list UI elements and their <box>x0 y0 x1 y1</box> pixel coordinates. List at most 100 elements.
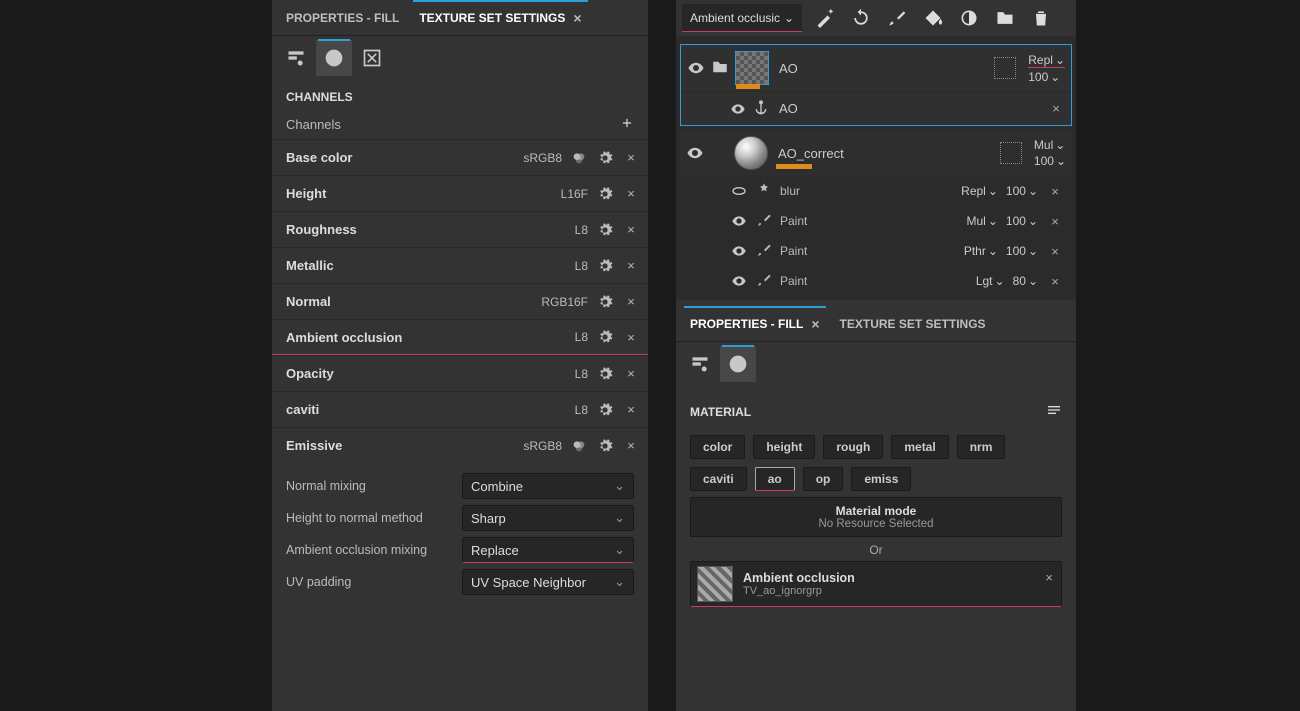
gear-icon[interactable] <box>596 328 614 346</box>
close-icon[interactable]: × <box>1045 570 1053 585</box>
opacity-dropdown[interactable]: 100⌄ <box>1006 214 1038 228</box>
close-icon[interactable]: × <box>622 365 640 383</box>
close-icon[interactable]: × <box>573 10 581 26</box>
mesh-maps-view-icon[interactable] <box>316 40 352 76</box>
sublayer-row[interactable]: Paint Mul ⌄ 100⌄ × <box>680 206 1072 236</box>
color-mix-icon[interactable] <box>570 437 588 455</box>
fill-bucket-icon[interactable] <box>920 5 946 31</box>
material-channel-metal[interactable]: metal <box>891 435 948 459</box>
close-icon[interactable]: × <box>1047 101 1065 116</box>
sublayer-row[interactable]: Paint Pthr ⌄ 100⌄ × <box>680 236 1072 266</box>
gear-icon[interactable] <box>596 401 614 419</box>
layer-name[interactable]: blur <box>780 184 953 198</box>
setting-dropdown[interactable]: UV Space Neighbor ⌄ <box>462 569 634 595</box>
channel-format: L8 <box>520 330 588 344</box>
gear-icon[interactable] <box>596 365 614 383</box>
blend-mode-dropdown[interactable]: Mul ⌄ <box>967 214 998 228</box>
layer-name[interactable]: AO <box>775 61 988 76</box>
layer-thumbnail[interactable] <box>735 51 769 85</box>
layer-name[interactable]: AO <box>775 101 1041 116</box>
material-channel-caviti[interactable]: caviti <box>690 467 747 491</box>
setting-dropdown[interactable]: Sharp ⌄ <box>462 505 634 531</box>
tab-texture-set-settings[interactable]: TEXTURE SET SETTINGS × <box>409 0 591 35</box>
material-channel-color[interactable]: color <box>690 435 745 459</box>
sublayer-row[interactable]: Paint Lgt ⌄ 80⌄ × <box>680 266 1072 296</box>
opacity-dropdown[interactable]: 100⌄ <box>1006 244 1038 258</box>
add-channel-icon[interactable] <box>620 116 634 133</box>
visibility-toggle-icon[interactable] <box>686 144 704 162</box>
opacity-dropdown[interactable]: 100⌄ <box>1006 184 1038 198</box>
close-icon[interactable]: × <box>811 316 819 332</box>
opacity-dropdown[interactable]: 100⌄ <box>1028 70 1065 84</box>
visibility-toggle-icon[interactable] <box>730 183 748 199</box>
material-channel-ao[interactable]: ao <box>755 467 795 491</box>
layer-name[interactable]: AO_correct <box>774 146 844 161</box>
blend-mode-dropdown[interactable]: Repl ⌄ <box>961 184 998 198</box>
close-icon[interactable]: × <box>1046 214 1064 229</box>
layer-group-ao[interactable]: AO Repl⌄ 100⌄ AO × <box>680 44 1072 126</box>
material-mode-box[interactable]: Material mode No Resource Selected <box>690 497 1062 537</box>
gear-icon[interactable] <box>596 185 614 203</box>
close-icon[interactable]: × <box>622 293 640 311</box>
uv-view-icon[interactable] <box>354 40 390 76</box>
visibility-toggle-icon[interactable] <box>730 213 748 229</box>
close-icon[interactable]: × <box>1046 244 1064 259</box>
gear-icon[interactable] <box>596 257 614 275</box>
visibility-toggle-icon[interactable] <box>730 273 748 289</box>
opacity-dropdown[interactable]: 100⌄ <box>1034 154 1066 168</box>
layer-name[interactable]: Paint <box>780 274 968 288</box>
material-channel-rough[interactable]: rough <box>823 435 883 459</box>
refresh-icon[interactable] <box>848 5 874 31</box>
visibility-toggle-icon[interactable] <box>730 243 748 259</box>
settings-view-icon[interactable] <box>682 346 718 382</box>
blend-mode-dropdown[interactable]: Repl⌄ <box>1028 53 1065 68</box>
material-channel-nrm[interactable]: nrm <box>957 435 1006 459</box>
close-icon[interactable]: × <box>1046 274 1064 289</box>
visibility-toggle-icon[interactable] <box>687 59 705 77</box>
close-icon[interactable]: × <box>1046 184 1064 199</box>
layer-name[interactable]: Paint <box>780 244 956 258</box>
material-channel-op[interactable]: op <box>803 467 844 491</box>
material-channel-emiss[interactable]: emiss <box>851 467 911 491</box>
layer-mask[interactable] <box>1000 142 1022 164</box>
channel-filter-dropdown[interactable]: Ambient occlusic ⌄ <box>682 4 802 32</box>
gear-icon[interactable] <box>596 293 614 311</box>
close-icon[interactable]: × <box>622 437 640 455</box>
blend-mode-dropdown[interactable]: Mul⌄ <box>1034 138 1066 152</box>
material-options-icon[interactable] <box>1046 402 1062 421</box>
visibility-toggle-icon[interactable] <box>729 101 747 117</box>
resource-slot[interactable]: Ambient occlusion TV_ao_ignorgrp × <box>690 561 1062 607</box>
close-icon[interactable]: × <box>622 221 640 239</box>
folder-icon[interactable] <box>992 5 1018 31</box>
setting-dropdown[interactable]: Combine ⌄ <box>462 473 634 499</box>
channel-row: Roughness L8 × <box>272 211 648 247</box>
layer-thumbnail[interactable] <box>734 136 768 170</box>
mesh-maps-view-icon[interactable] <box>720 346 756 382</box>
close-icon[interactable]: × <box>622 185 640 203</box>
close-icon[interactable]: × <box>622 328 640 346</box>
brush-icon[interactable] <box>884 5 910 31</box>
trash-icon[interactable] <box>1028 5 1054 31</box>
layer-mask[interactable] <box>994 57 1016 79</box>
gear-icon[interactable] <box>596 149 614 167</box>
tab-properties-fill[interactable]: PROPERTIES - FILL <box>276 0 409 35</box>
layer-group-ao-correct[interactable]: AO_correct Mul⌄ 100⌄ blur Repl ⌄ 100⌄ × … <box>680 130 1072 296</box>
tab-texture-set-settings[interactable]: TEXTURE SET SETTINGS <box>830 306 996 341</box>
settings-view-icon[interactable] <box>278 40 314 76</box>
gear-icon[interactable] <box>596 221 614 239</box>
setting-dropdown[interactable]: Replace ⌄ <box>462 537 634 563</box>
material-channel-height[interactable]: height <box>753 435 815 459</box>
color-mix-icon[interactable] <box>570 149 588 167</box>
smart-material-icon[interactable] <box>956 5 982 31</box>
blend-mode-dropdown[interactable]: Pthr ⌄ <box>964 244 998 258</box>
close-icon[interactable]: × <box>622 401 640 419</box>
opacity-dropdown[interactable]: 80⌄ <box>1013 274 1038 288</box>
blend-mode-dropdown[interactable]: Lgt ⌄ <box>976 274 1005 288</box>
close-icon[interactable]: × <box>622 149 640 167</box>
sublayer-row[interactable]: blur Repl ⌄ 100⌄ × <box>680 176 1072 206</box>
close-icon[interactable]: × <box>622 257 640 275</box>
layer-name[interactable]: Paint <box>780 214 959 228</box>
tab-properties-fill[interactable]: PROPERTIES - FILL × <box>680 306 830 341</box>
magic-wand-icon[interactable] <box>812 5 838 31</box>
gear-icon[interactable] <box>596 437 614 455</box>
